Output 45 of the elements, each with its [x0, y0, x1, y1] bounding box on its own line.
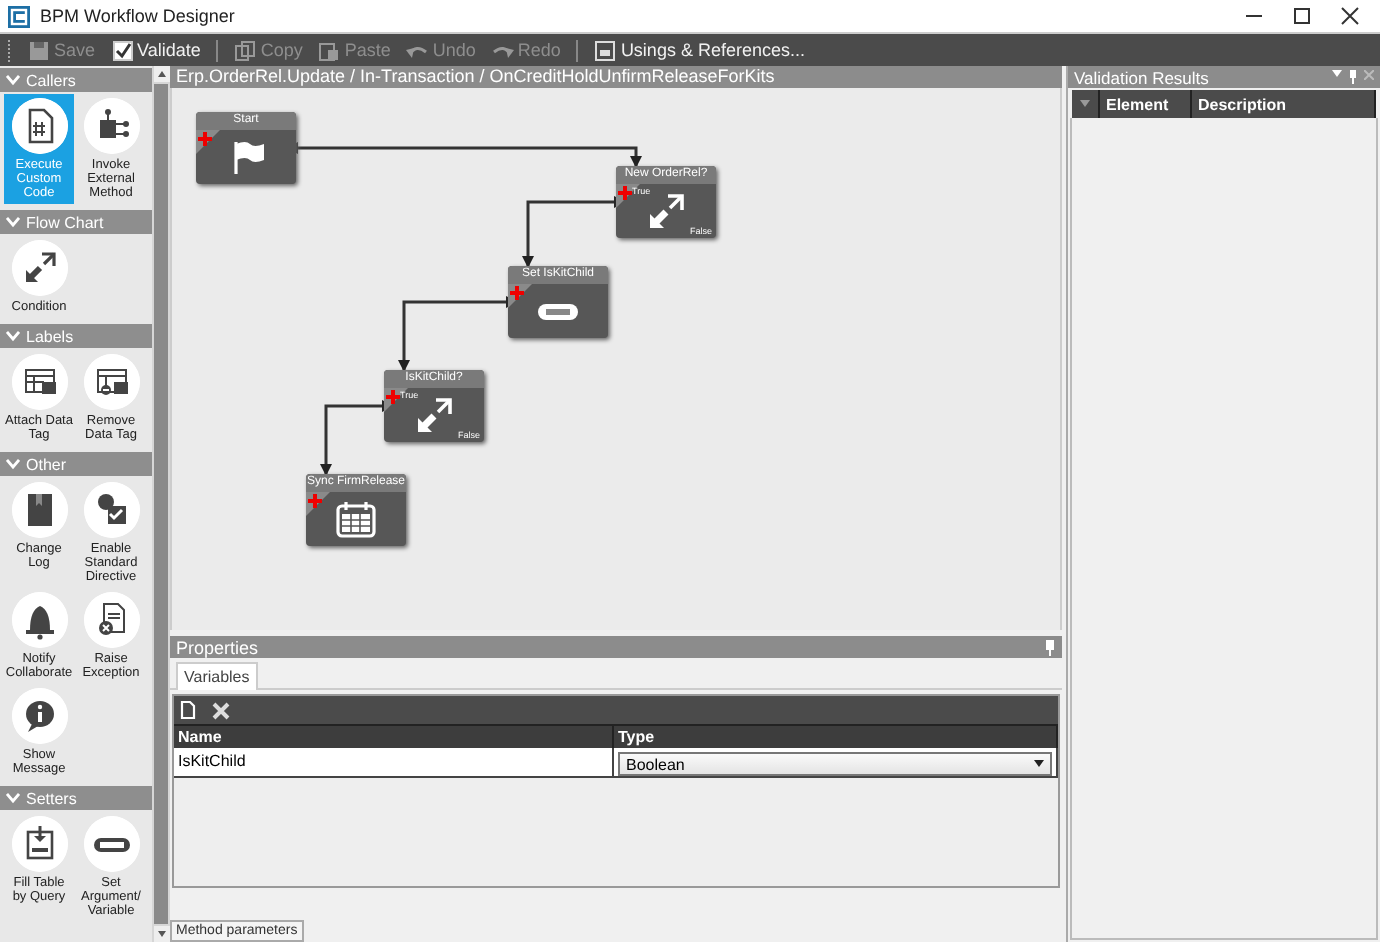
diagonal-arrows-icon — [412, 395, 456, 435]
chevron-down-icon — [6, 74, 20, 86]
floppy-icon — [28, 39, 50, 61]
caret-icon[interactable] — [1080, 100, 1090, 108]
close-icon[interactable] — [1340, 6, 1360, 26]
hash-document-icon — [11, 98, 67, 154]
chevron-down-icon — [6, 792, 20, 804]
new-document-icon[interactable] — [180, 700, 196, 720]
tab[interactable]: Variables — [176, 662, 258, 690]
toolbar-button[interactable]: Validate — [107, 37, 205, 63]
section-title: Flow Chart — [26, 213, 104, 231]
caret-icon — [1034, 760, 1044, 768]
column-header: Type — [614, 726, 1058, 748]
delete-icon[interactable] — [212, 701, 230, 719]
breadcrumb: Erp.OrderRel.Update / In-Transaction / OnCreditHoldUnfirmReleaseForKits — [170, 66, 1062, 88]
type-dropdown[interactable]: Boolean — [618, 752, 1052, 776]
pin-icon[interactable] — [1348, 70, 1358, 84]
column-header: Element — [1100, 90, 1192, 118]
dropdown-icon[interactable] — [1332, 70, 1342, 78]
scroll-up-icon[interactable] — [153, 66, 169, 82]
copy-icon — [234, 39, 257, 61]
table-cell: IsKitChild — [174, 748, 614, 778]
paste-icon — [318, 39, 341, 61]
checkbox-icon — [111, 39, 134, 61]
chevron-down-icon — [6, 216, 20, 228]
panel-title: Validation Results — [1074, 67, 1209, 87]
toolbar-button[interactable]: Usings & References... — [590, 37, 809, 63]
app-icon — [8, 5, 30, 27]
window-title: BPM Workflow Designer — [40, 6, 237, 26]
column-header: Name — [174, 726, 614, 748]
section-title: Callers — [26, 71, 76, 89]
section-title: Setters — [26, 789, 77, 807]
chevron-down-icon — [6, 330, 20, 342]
diagonal-arrows-icon — [644, 191, 688, 231]
calendar-icon — [334, 499, 378, 539]
pin-icon[interactable] — [1044, 639, 1056, 655]
section-title: Labels — [26, 327, 74, 345]
frame-icon — [594, 39, 617, 61]
scrollbar[interactable] — [152, 66, 170, 942]
scroll-down-icon[interactable] — [153, 926, 169, 942]
panel-title: Properties — [176, 637, 259, 657]
maximize-icon[interactable] — [1292, 6, 1312, 26]
section-title: Other — [26, 455, 67, 473]
chevron-down-icon — [6, 458, 20, 470]
column-header: Description — [1192, 90, 1376, 118]
